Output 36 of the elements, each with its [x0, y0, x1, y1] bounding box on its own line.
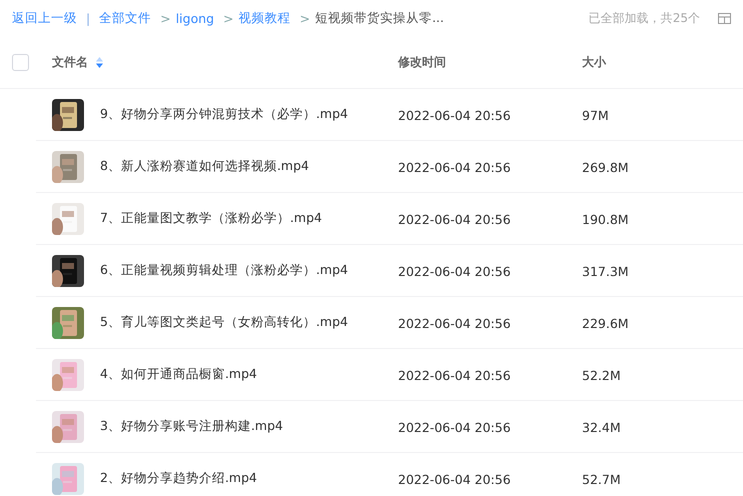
- modified-time: 2022-06-04 20:56: [398, 420, 511, 435]
- breadcrumb-arrow: >: [160, 10, 171, 26]
- file-size: 32.4M: [582, 420, 621, 435]
- column-header: 修改时间: [398, 54, 446, 70]
- select-all-checkbox[interactable]: [12, 54, 29, 70]
- modified-time: 2022-06-04 20:56: [398, 368, 511, 383]
- file-name[interactable]: 5、育儿等图文类起号（女粉高转化）.mp4: [100, 314, 348, 331]
- file-size: 52.7M: [582, 472, 621, 487]
- file-name[interactable]: 7、正能量图文教学（涨粉必学）.mp4: [100, 210, 322, 227]
- file-size: 97M: [582, 108, 609, 123]
- modified-time: 2022-06-04 20:56: [398, 160, 511, 175]
- file-name[interactable]: 2、好物分享趋势介绍.mp4: [100, 470, 257, 487]
- modified-time: 2022-06-04 20:56: [398, 316, 511, 331]
- file-size: 317.3M: [582, 264, 629, 279]
- column-header: 大小: [582, 54, 606, 70]
- separator: |: [86, 10, 90, 26]
- breadcrumb-arrow: >: [223, 10, 234, 26]
- file-name[interactable]: 3、好物分享账号注册构建.mp4: [100, 418, 283, 435]
- grid-view-icon[interactable]: [718, 12, 731, 24]
- load-status: 已全部加载，共25个: [588, 10, 700, 26]
- file-size: 52.2M: [582, 368, 621, 383]
- modified-time: 2022-06-04 20:56: [398, 212, 511, 227]
- breadcrumb-current[interactable]: 短视频带货实操从零...: [315, 10, 444, 26]
- modified-time: 2022-06-04 20:56: [398, 264, 511, 279]
- file-name[interactable]: 8、新人涨粉赛道如何选择视频.mp4: [100, 158, 309, 175]
- file-size: 190.8M: [582, 212, 629, 227]
- file-name[interactable]: 6、正能量视频剪辑处理（涨粉必学）.mp4: [100, 262, 348, 279]
- file-name[interactable]: 4、如何开通商品橱窗.mp4: [100, 366, 257, 383]
- breadcrumb-arrow: >: [300, 10, 310, 26]
- file-size: 269.8M: [582, 160, 629, 175]
- column-header[interactable]: 文件名: [52, 54, 103, 70]
- modified-time: 2022-06-04 20:56: [398, 472, 511, 487]
- file-size: 229.6M: [582, 316, 629, 331]
- sort-icon[interactable]: [96, 56, 103, 68]
- modified-time: 2022-06-04 20:56: [398, 108, 511, 123]
- file-name[interactable]: 9、好物分享两分钟混剪技术（必学）.mp4: [100, 106, 348, 123]
